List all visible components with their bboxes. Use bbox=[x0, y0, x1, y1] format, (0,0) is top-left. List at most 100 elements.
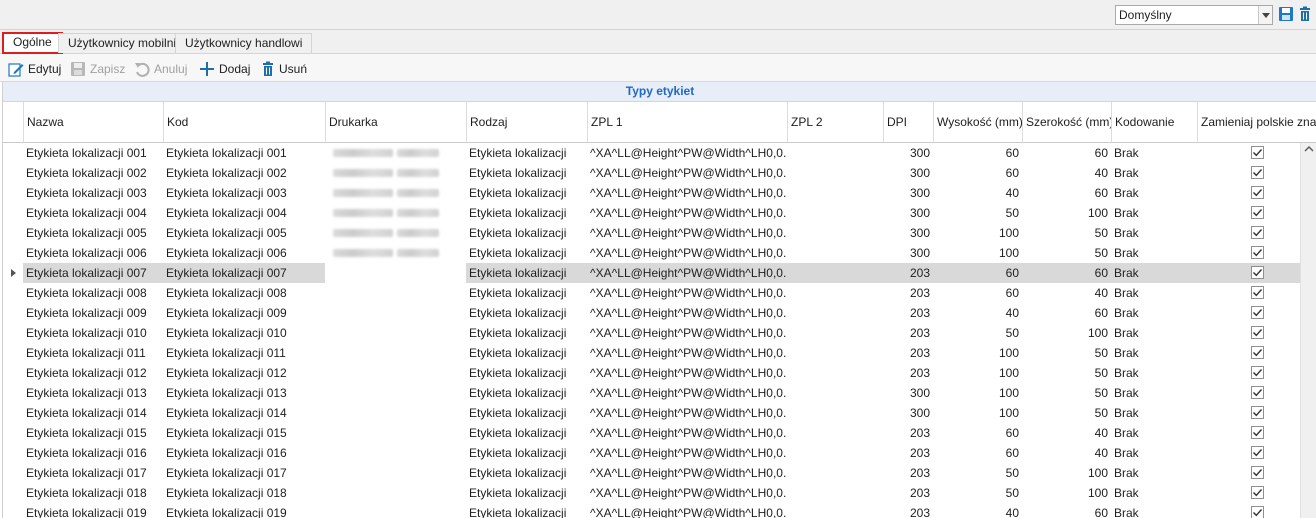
cell-kod[interactable]: Etykieta lokalizacji 011 bbox=[163, 343, 325, 363]
cell-dpi[interactable]: 203 bbox=[883, 503, 933, 518]
cell-dpi[interactable]: 203 bbox=[883, 283, 933, 303]
cell-zpl1[interactable]: ^XA^LL@Height^PW@Width^LH0,0... bbox=[587, 323, 787, 343]
cell-zpl2[interactable] bbox=[787, 423, 883, 443]
cell-wys[interactable]: 100 bbox=[933, 403, 1022, 423]
cell-dpi[interactable]: 300 bbox=[883, 223, 933, 243]
cell-kod[interactable]: Etykieta lokalizacji 009 bbox=[163, 303, 325, 323]
cell-rodzaj[interactable]: Etykieta lokalizacji bbox=[466, 203, 587, 223]
cell-drukarka[interactable] bbox=[325, 363, 466, 383]
cell-szer[interactable]: 40 bbox=[1022, 443, 1111, 463]
cell-rodzaj[interactable]: Etykieta lokalizacji bbox=[466, 243, 587, 263]
cell-zpl1[interactable]: ^XA^LL@Height^PW@Width^LH0,0... bbox=[587, 143, 787, 163]
cell-kod2[interactable]: Brak bbox=[1111, 443, 1197, 463]
cell-nazwa[interactable]: Etykieta lokalizacji 010 bbox=[23, 323, 163, 343]
cell-zpl1[interactable]: ^XA^LL@Height^PW@Width^LH0,0... bbox=[587, 443, 787, 463]
column-header[interactable]: Kod bbox=[163, 102, 325, 143]
cell-drukarka[interactable] bbox=[325, 143, 466, 163]
cell-kod[interactable]: Etykieta lokalizacji 003 bbox=[163, 183, 325, 203]
cell-zpl2[interactable] bbox=[787, 303, 883, 323]
checkbox[interactable] bbox=[1251, 266, 1264, 279]
cell-zpl2[interactable] bbox=[787, 283, 883, 303]
table-row[interactable]: Etykieta lokalizacji 008 Etykieta lokaliz… bbox=[3, 283, 1301, 303]
checkbox[interactable] bbox=[1251, 366, 1264, 379]
checkbox[interactable] bbox=[1251, 506, 1264, 518]
cell-szer[interactable]: 60 bbox=[1022, 183, 1111, 203]
cell-wys[interactable]: 60 bbox=[933, 143, 1022, 163]
checkbox[interactable] bbox=[1251, 206, 1264, 219]
cell-zamieniaj[interactable] bbox=[1197, 183, 1316, 203]
checkbox[interactable] bbox=[1251, 306, 1264, 319]
cell-drukarka[interactable] bbox=[325, 183, 466, 203]
cell-drukarka[interactable] bbox=[325, 463, 466, 483]
cell-wys[interactable]: 100 bbox=[933, 363, 1022, 383]
row-indicator[interactable] bbox=[3, 243, 23, 263]
cell-wys[interactable]: 40 bbox=[933, 503, 1022, 518]
column-header[interactable]: Drukarka bbox=[325, 102, 466, 143]
checkbox[interactable] bbox=[1251, 146, 1264, 159]
cell-szer[interactable]: 50 bbox=[1022, 243, 1111, 263]
cell-nazwa[interactable]: Etykieta lokalizacji 002 bbox=[23, 163, 163, 183]
cell-nazwa[interactable]: Etykieta lokalizacji 004 bbox=[23, 203, 163, 223]
cell-zpl1[interactable]: ^XA^LL@Height^PW@Width^LH0,0... bbox=[587, 283, 787, 303]
cell-szer[interactable]: 40 bbox=[1022, 163, 1111, 183]
cell-rodzaj[interactable]: Etykieta lokalizacji bbox=[466, 443, 587, 463]
row-indicator[interactable] bbox=[3, 443, 23, 463]
column-header[interactable]: Rodzaj bbox=[466, 102, 587, 143]
cell-drukarka[interactable] bbox=[325, 203, 466, 223]
cell-kod[interactable]: Etykieta lokalizacji 018 bbox=[163, 483, 325, 503]
cell-zpl2[interactable] bbox=[787, 163, 883, 183]
cell-zpl2[interactable] bbox=[787, 363, 883, 383]
cell-wys[interactable]: 60 bbox=[933, 423, 1022, 443]
layout-select[interactable]: Domyślny bbox=[1115, 5, 1273, 25]
cell-zpl2[interactable] bbox=[787, 183, 883, 203]
cell-nazwa[interactable]: Etykieta lokalizacji 006 bbox=[23, 243, 163, 263]
cell-drukarka[interactable] bbox=[325, 483, 466, 503]
cell-kod[interactable]: Etykieta lokalizacji 013 bbox=[163, 383, 325, 403]
table-row[interactable]: Etykieta lokalizacji 006 Etykieta lokaliz… bbox=[3, 243, 1301, 263]
table-row[interactable]: Etykieta lokalizacji 002 Etykieta lokaliz… bbox=[3, 163, 1301, 183]
column-header[interactable]: Zamieniaj polskie znaki bbox=[1197, 102, 1316, 143]
cell-zpl2[interactable] bbox=[787, 243, 883, 263]
save-button[interactable]: Zapisz bbox=[70, 60, 125, 77]
cell-zamieniaj[interactable] bbox=[1197, 423, 1316, 443]
cell-zamieniaj[interactable] bbox=[1197, 503, 1316, 518]
cell-zpl1[interactable]: ^XA^LL@Height^PW@Width^LH0,0... bbox=[587, 303, 787, 323]
cell-zamieniaj[interactable] bbox=[1197, 403, 1316, 423]
cell-kod2[interactable]: Brak bbox=[1111, 163, 1197, 183]
cell-szer[interactable]: 50 bbox=[1022, 403, 1111, 423]
cell-rodzaj[interactable]: Etykieta lokalizacji bbox=[466, 323, 587, 343]
delete-layout-icon[interactable] bbox=[1297, 6, 1313, 22]
cell-kod2[interactable]: Brak bbox=[1111, 343, 1197, 363]
cell-zpl2[interactable] bbox=[787, 403, 883, 423]
cell-zpl1[interactable]: ^XA^LL@Height^PW@Width^LH0,0... bbox=[587, 263, 787, 283]
cell-szer[interactable]: 50 bbox=[1022, 383, 1111, 403]
cell-zpl2[interactable] bbox=[787, 443, 883, 463]
table-row[interactable]: Etykieta lokalizacji 005 Etykieta lokaliz… bbox=[3, 223, 1301, 243]
cell-drukarka[interactable] bbox=[325, 303, 466, 323]
cell-zamieniaj[interactable] bbox=[1197, 323, 1316, 343]
column-header[interactable]: DPI bbox=[883, 102, 933, 143]
cell-zamieniaj[interactable] bbox=[1197, 283, 1316, 303]
cell-kod2[interactable]: Brak bbox=[1111, 483, 1197, 503]
cell-drukarka[interactable] bbox=[325, 343, 466, 363]
cell-nazwa[interactable]: Etykieta lokalizacji 008 bbox=[23, 283, 163, 303]
cell-dpi[interactable]: 300 bbox=[883, 143, 933, 163]
checkbox[interactable] bbox=[1251, 166, 1264, 179]
cancel-button[interactable]: Anuluj bbox=[134, 60, 187, 77]
row-indicator[interactable] bbox=[3, 163, 23, 183]
add-button[interactable]: Dodaj bbox=[199, 60, 250, 77]
cell-kod[interactable]: Etykieta lokalizacji 002 bbox=[163, 163, 325, 183]
cell-kod[interactable]: Etykieta lokalizacji 001 bbox=[163, 143, 325, 163]
checkbox[interactable] bbox=[1251, 466, 1264, 479]
cell-zpl2[interactable] bbox=[787, 263, 883, 283]
row-indicator[interactable] bbox=[3, 343, 23, 363]
cell-kod2[interactable]: Brak bbox=[1111, 303, 1197, 323]
cell-kod[interactable]: Etykieta lokalizacji 004 bbox=[163, 203, 325, 223]
checkbox[interactable] bbox=[1251, 386, 1264, 399]
cell-rodzaj[interactable]: Etykieta lokalizacji bbox=[466, 503, 587, 518]
cell-zpl1[interactable]: ^XA^LL@Height^PW@Width^LH0,0... bbox=[587, 243, 787, 263]
cell-nazwa[interactable]: Etykieta lokalizacji 011 bbox=[23, 343, 163, 363]
cell-nazwa[interactable]: Etykieta lokalizacji 017 bbox=[23, 463, 163, 483]
cell-dpi[interactable]: 203 bbox=[883, 443, 933, 463]
cell-zpl2[interactable] bbox=[787, 143, 883, 163]
